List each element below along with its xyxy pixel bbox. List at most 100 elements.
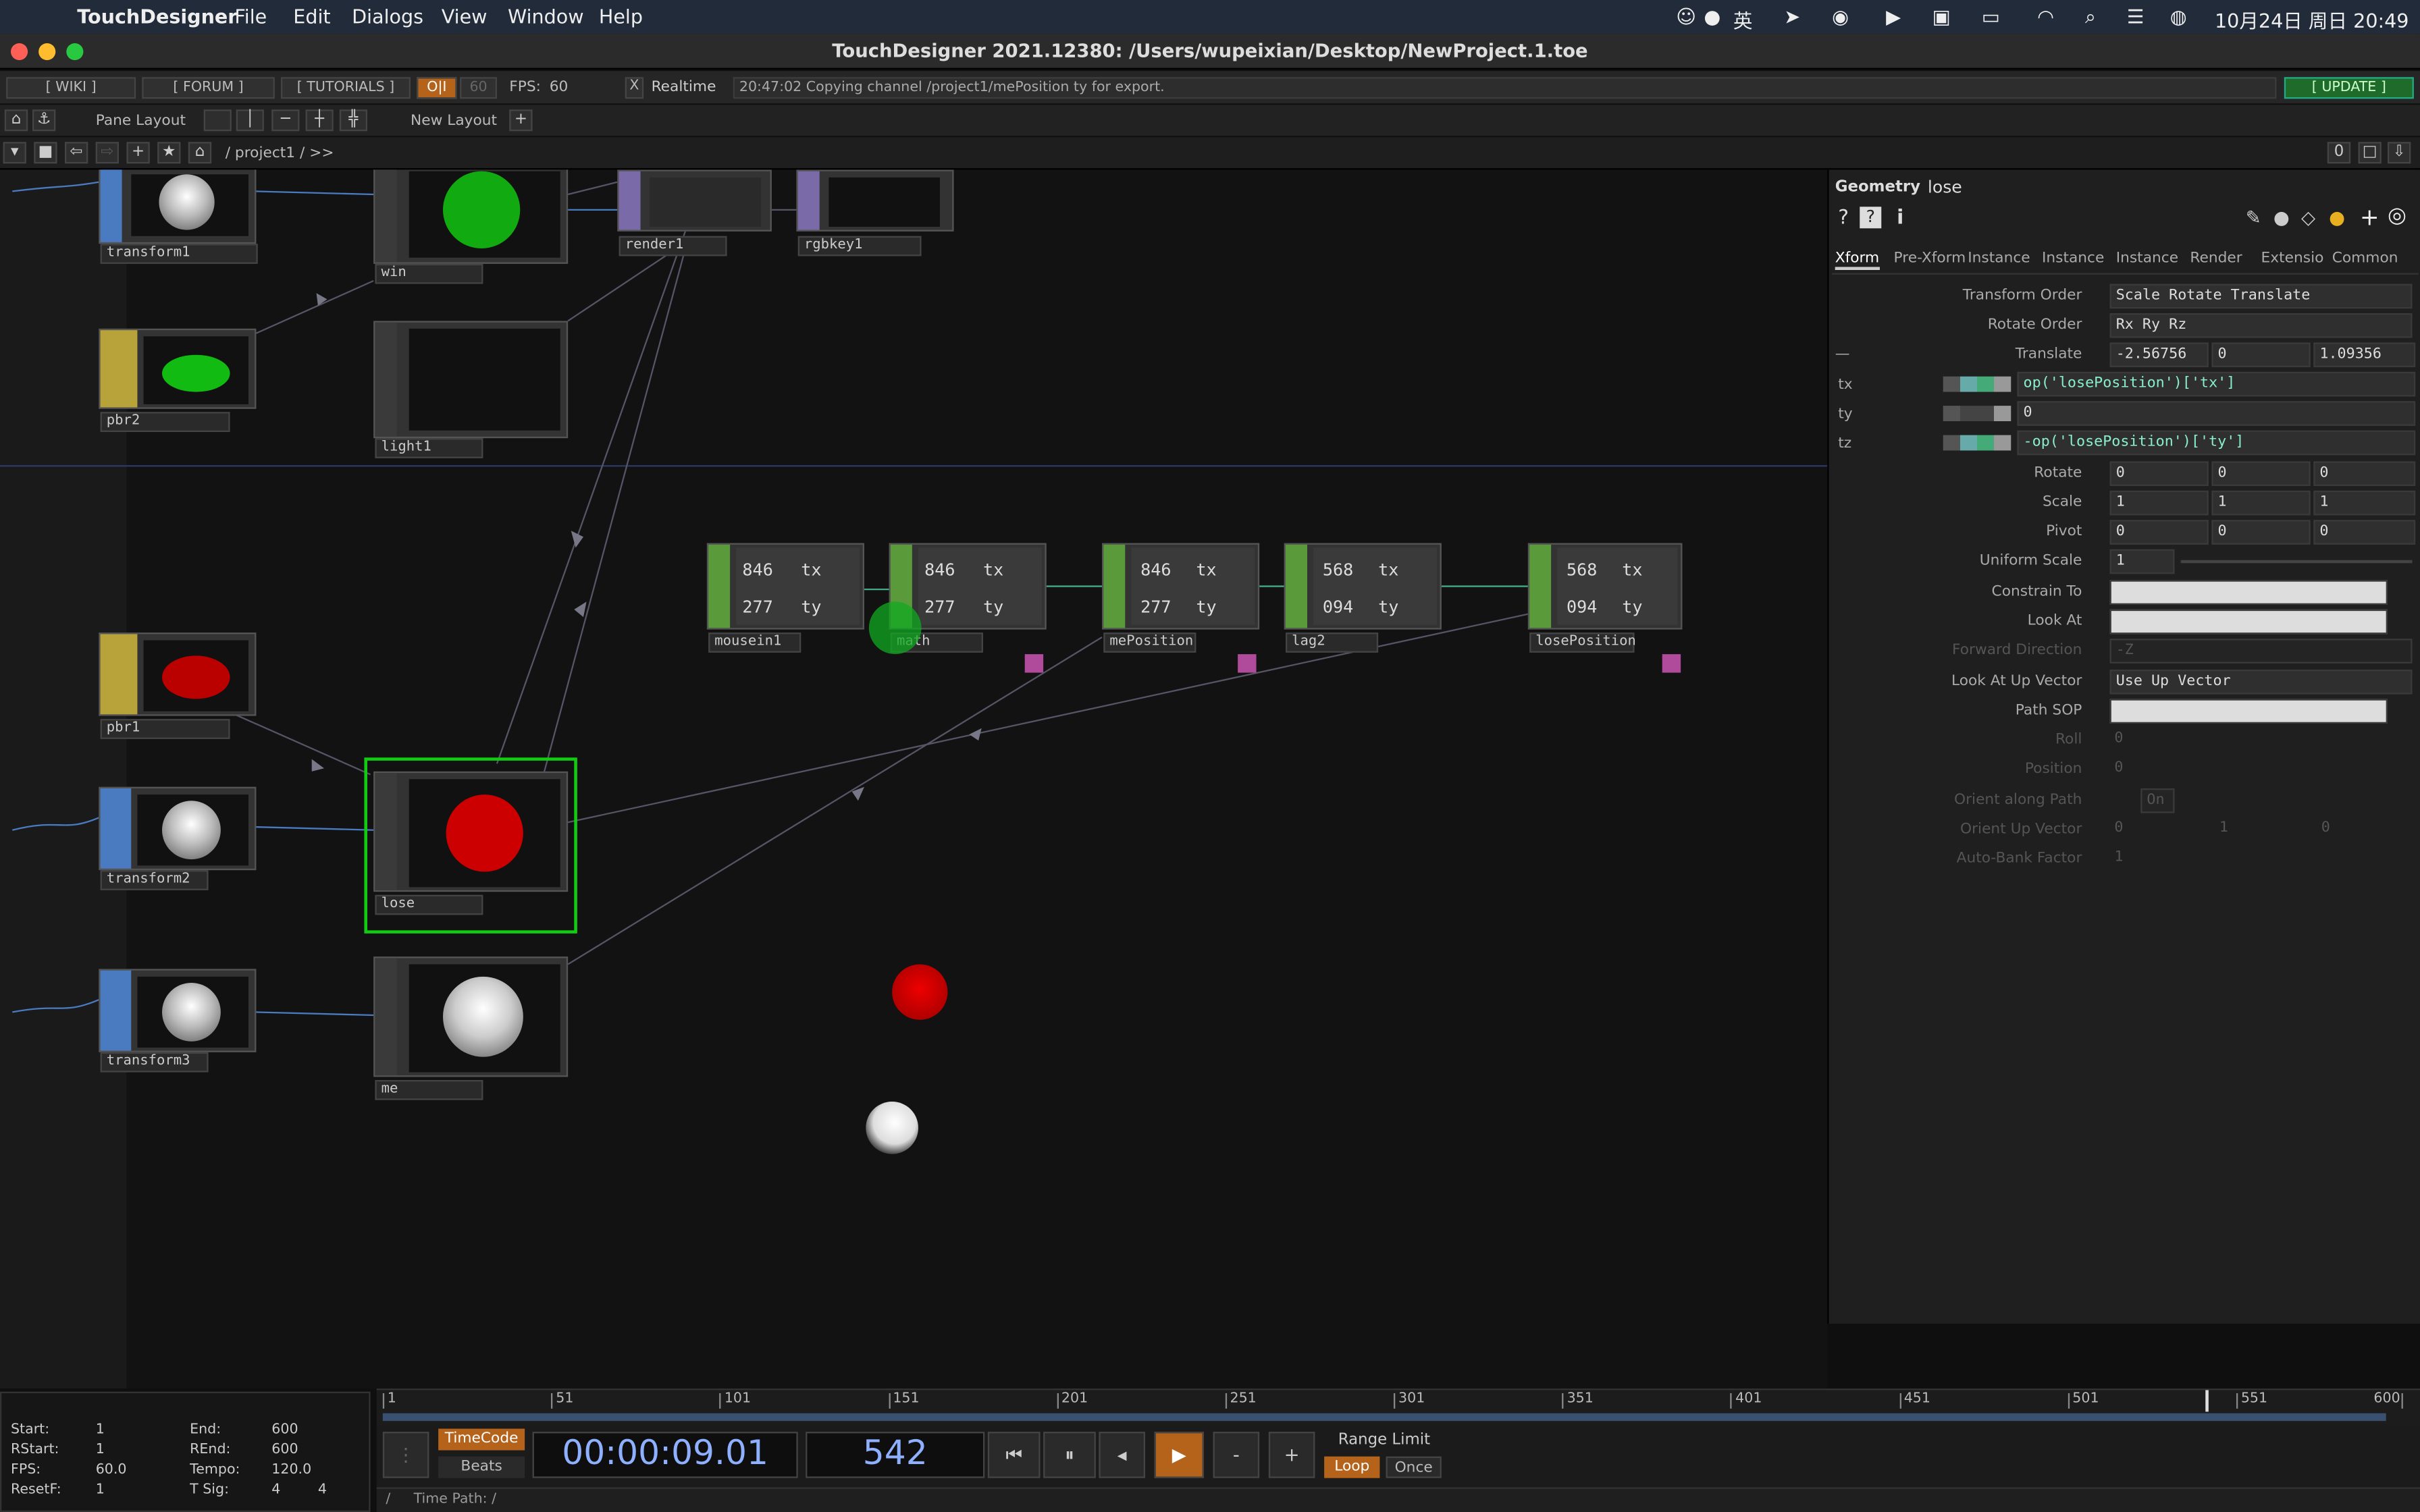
- comment-icon[interactable]: ●: [2273, 207, 2290, 228]
- node-mePosition[interactable]: 846 tx 277 ty mePosition: [1101, 543, 1260, 653]
- add-layout-button[interactable]: +: [509, 109, 533, 132]
- emoji-icon[interactable]: ☺: [1676, 5, 1696, 28]
- node-label[interactable]: lag2: [1285, 632, 1379, 653]
- rotate-z-field[interactable]: 0: [2313, 461, 2416, 486]
- param-tab[interactable]: Pre-Xform: [1894, 250, 1966, 267]
- orient-up-y-field[interactable]: 1: [2215, 817, 2313, 842]
- pause-button[interactable]: ⏸: [1043, 1432, 1096, 1478]
- transport-menu[interactable]: ⋮: [382, 1432, 429, 1478]
- node-label[interactable]: rgbkey1: [797, 236, 922, 256]
- forward-direction-menu[interactable]: -Z: [2109, 639, 2413, 664]
- play-icon[interactable]: ▶: [1886, 5, 1901, 28]
- auto-bank-field[interactable]: 1: [2110, 847, 2175, 872]
- scale-x-field[interactable]: 1: [2109, 490, 2209, 516]
- wiki-button[interactable]: [ WIKI ]: [6, 77, 136, 99]
- forum-button[interactable]: [ FORUM ]: [142, 77, 275, 99]
- rotate-y-field[interactable]: 0: [2211, 461, 2311, 486]
- param-mode-toggles[interactable]: [1943, 406, 2011, 421]
- tz-expression-field[interactable]: -op('losePosition')['ty']: [2017, 430, 2416, 456]
- step-back-button[interactable]: ◂: [1099, 1432, 1145, 1478]
- menu-dialogs[interactable]: Dialogs: [352, 5, 423, 28]
- timecode-toggle[interactable]: TimeCode: [438, 1428, 525, 1451]
- step-minus-button[interactable]: -: [1213, 1432, 1260, 1478]
- battery-icon[interactable]: ▭: [1982, 5, 2000, 28]
- collapse-icon[interactable]: —: [1835, 346, 1850, 362]
- param-tab[interactable]: Xform: [1835, 250, 1880, 270]
- breadcrumb[interactable]: / project1 / >>: [226, 145, 334, 162]
- param-tab[interactable]: Render: [2190, 250, 2242, 267]
- fps-setting[interactable]: 60.0: [96, 1463, 127, 1478]
- node-pbr2[interactable]: pbr2: [99, 328, 257, 432]
- pivot-z-field[interactable]: 0: [2313, 520, 2416, 545]
- orient-path-toggle[interactable]: On: [2140, 788, 2175, 813]
- uniform-scale-slider[interactable]: [2180, 560, 2413, 564]
- rend-value[interactable]: 600: [271, 1442, 298, 1458]
- input-method[interactable]: 英: [1733, 5, 1753, 34]
- edit-icon[interactable]: ✎: [2246, 207, 2261, 228]
- search-icon[interactable]: ⌕: [2085, 5, 2096, 30]
- node-lag2[interactable]: 568 tx 094 ty lag2: [1284, 543, 1442, 653]
- param-tab[interactable]: Instance: [2116, 250, 2178, 267]
- timecode-display[interactable]: 00:00:09.01: [532, 1432, 798, 1478]
- scale-y-field[interactable]: 1: [2211, 490, 2311, 516]
- node-label[interactable]: pbr2: [100, 412, 230, 432]
- node-label[interactable]: render1: [619, 236, 727, 256]
- menu-window[interactable]: Window: [508, 5, 584, 28]
- s-app-icon[interactable]: ▣: [1932, 5, 1951, 28]
- send-icon[interactable]: ➤: [1784, 5, 1800, 28]
- look-at-up-menu[interactable]: Use Up Vector: [2109, 669, 2413, 695]
- pivot-y-field[interactable]: 0: [2211, 520, 2311, 545]
- oi-toggle[interactable]: O|I: [417, 77, 457, 99]
- forward-icon[interactable]: ⇨: [95, 142, 119, 164]
- add-param-icon[interactable]: +: [2360, 204, 2379, 232]
- back-icon[interactable]: ⇦: [64, 142, 88, 164]
- node-transform1[interactable]: transform1: [99, 169, 258, 264]
- tag-icon[interactable]: ◇: [2301, 207, 2315, 228]
- node-losePosition[interactable]: 568 tx 094 ty losePosition: [1527, 543, 1683, 653]
- anchor-icon[interactable]: ⚓: [32, 109, 56, 132]
- home-icon[interactable]: ⌂: [188, 142, 212, 164]
- menu-view[interactable]: View: [442, 5, 488, 28]
- ty-value-field[interactable]: 0: [2017, 401, 2416, 426]
- help-icon[interactable]: ?: [1838, 207, 1849, 230]
- rstart-value[interactable]: 1: [96, 1442, 105, 1458]
- pane-menu-icon[interactable]: ⌂: [4, 109, 28, 132]
- translate-z-field[interactable]: 1.09356: [2313, 342, 2416, 367]
- update-button[interactable]: [ UPDATE ]: [2284, 77, 2414, 99]
- pivot-x-field[interactable]: 0: [2109, 520, 2209, 545]
- node-lose[interactable]: lose: [373, 771, 569, 915]
- node-label[interactable]: mePosition: [1103, 632, 1196, 653]
- info-icon[interactable]: i: [1897, 207, 1903, 230]
- param-tab[interactable]: Common: [2332, 250, 2398, 267]
- uniform-scale-field[interactable]: 1: [2109, 549, 2175, 574]
- param-mode-toggles[interactable]: [1943, 376, 2011, 392]
- wifi-icon[interactable]: ◠: [2037, 5, 2054, 28]
- roll-field[interactable]: 0: [2110, 728, 2175, 753]
- python-icon[interactable]: ●: [2329, 207, 2345, 228]
- timeline-ruler[interactable]: 1 51 101 151 201 251 301 351 401 451 501 551 600: [376, 1388, 2420, 1426]
- control-center-icon[interactable]: ☰: [2127, 5, 2145, 28]
- timeline-playhead[interactable]: [2206, 1390, 2209, 1412]
- translate-x-field[interactable]: -2.56756: [2109, 342, 2209, 367]
- layout-three-icon[interactable]: ┼: [305, 109, 334, 132]
- node-label[interactable]: mousein1: [708, 632, 801, 653]
- menu-help[interactable]: Help: [599, 5, 643, 28]
- node-label[interactable]: transform2: [100, 870, 209, 890]
- add-icon[interactable]: +: [126, 142, 150, 164]
- op-name[interactable]: lose: [1928, 178, 1962, 198]
- tx-expression-field[interactable]: op('losePosition')['tx']: [2017, 371, 2416, 397]
- menu-arrow-icon[interactable]: ▾: [3, 142, 26, 164]
- scale-z-field[interactable]: 1: [2313, 490, 2416, 516]
- rotate-x-field[interactable]: 0: [2109, 461, 2209, 486]
- param-mode-toggles[interactable]: [1943, 435, 2011, 451]
- resetf-value[interactable]: 1: [96, 1483, 105, 1498]
- play-button[interactable]: ▶: [1154, 1432, 1204, 1478]
- node-me[interactable]: me: [373, 956, 569, 1100]
- node-label[interactable]: transform1: [100, 244, 258, 264]
- node-label[interactable]: me: [375, 1079, 483, 1100]
- orient-up-z-field[interactable]: 0: [2317, 817, 2415, 842]
- layout-quad-icon[interactable]: ╬: [339, 109, 367, 132]
- start-value[interactable]: 1: [96, 1422, 105, 1438]
- stop-icon[interactable]: ■: [34, 142, 57, 164]
- realtime-checkbox[interactable]: X: [625, 77, 644, 99]
